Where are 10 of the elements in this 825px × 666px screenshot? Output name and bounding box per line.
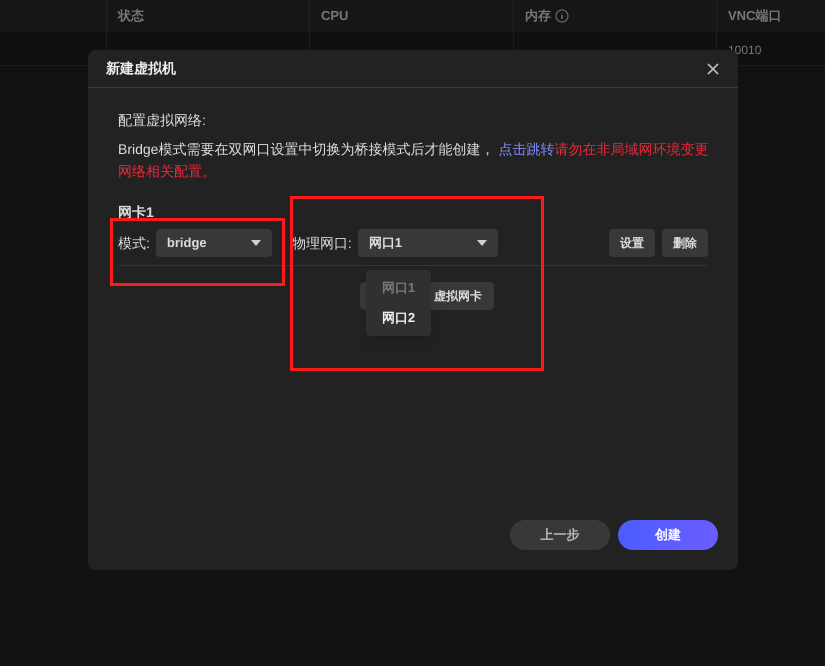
notice-text: Bridge模式需要在双网口设置中切换为桥接模式后才能创建， 点击跳转请勿在非局域网环境变更网络相关配置。	[118, 140, 710, 181]
dialog-title: 新建虚拟机	[106, 59, 176, 78]
field-label: 模式:	[118, 234, 150, 252]
column-header: VNC端口	[728, 7, 782, 26]
field-label: 物理网口:	[292, 234, 352, 252]
nic-title: 网卡1	[118, 203, 155, 222]
section-label: 配置虚拟网络:	[118, 111, 207, 130]
column-header: 状态	[118, 7, 144, 26]
column-header: 内存	[525, 7, 551, 26]
column-header: CPU	[321, 7, 348, 26]
